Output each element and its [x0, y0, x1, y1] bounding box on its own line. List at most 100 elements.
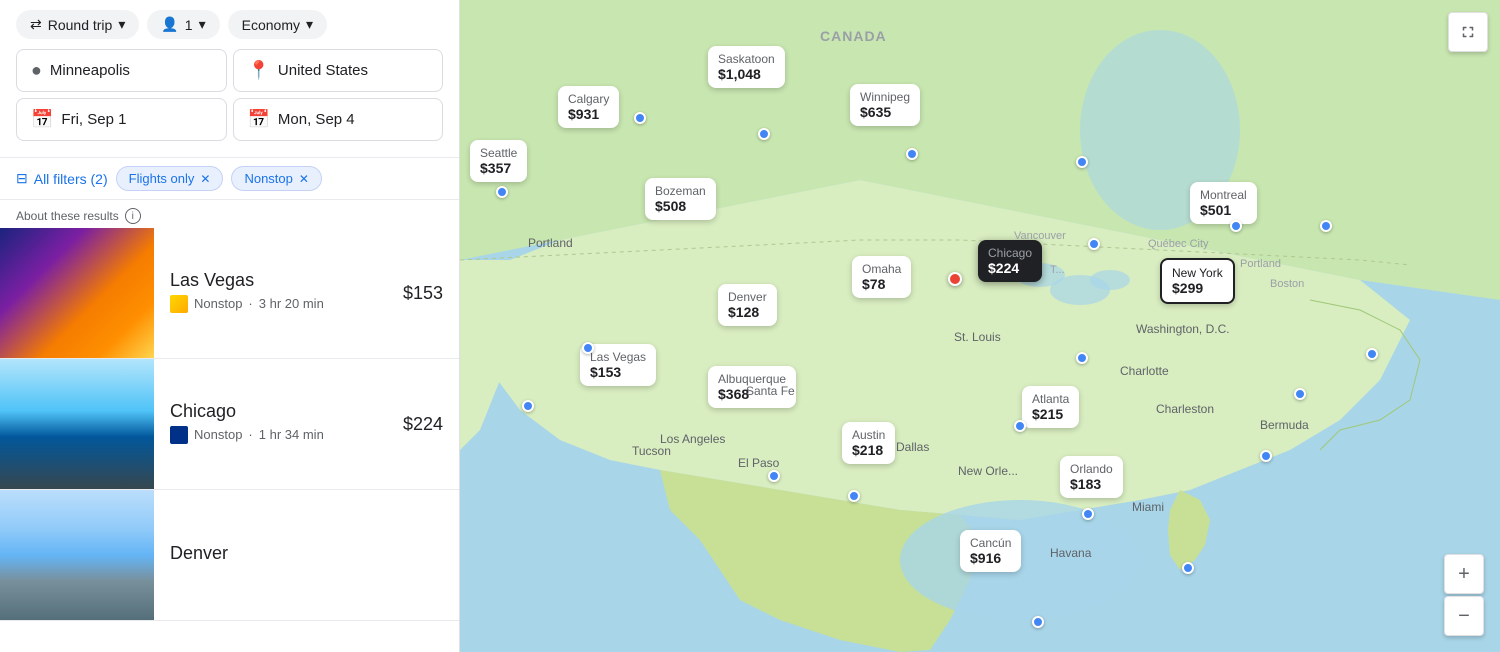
destination-input[interactable]: 📍 United States [233, 49, 444, 92]
map-label-newyork[interactable]: New York $299 [1160, 258, 1235, 304]
map-dot-18[interactable] [522, 400, 534, 412]
dot-separator-2: · [248, 427, 252, 442]
vancouver-label: Vancouver [1014, 230, 1066, 242]
map-label-bozeman[interactable]: Bozeman $508 [645, 178, 716, 220]
elpaso-label: El Paso [738, 456, 779, 470]
map-price-orlando: $183 [1070, 476, 1113, 492]
flights-only-chip[interactable]: Flights only ✕ [116, 166, 224, 191]
origin-dot [948, 272, 962, 286]
map-label-austin[interactable]: Austin $218 [842, 422, 895, 464]
map-panel: CANADA Calgary $931 Saskatoon $1,048 Win… [460, 0, 1500, 652]
toronto-label: T... [1050, 264, 1065, 276]
depart-date-input[interactable]: 📅 Fri, Sep 1 [16, 98, 227, 141]
all-filters-button[interactable]: ⊟ All filters (2) [16, 166, 108, 191]
map-label-atlanta[interactable]: Atlanta $215 [1022, 386, 1079, 428]
result-city-las-vegas: Las Vegas [170, 270, 387, 291]
origin-input[interactable]: ● Minneapolis [16, 49, 227, 92]
passengers-button[interactable]: 👤 1 ▾ [147, 10, 219, 39]
map-dot-2[interactable] [906, 148, 918, 160]
filter-sliders-icon: ⊟ [16, 170, 28, 187]
depart-date-value: Fri, Sep 1 [61, 111, 126, 128]
map-dot-4[interactable] [1076, 156, 1088, 168]
class-button[interactable]: Economy ▾ [228, 10, 327, 39]
map-label-seattle[interactable]: Seattle $357 [470, 140, 527, 182]
map-label-omaha[interactable]: Omaha $78 [852, 256, 911, 298]
map-dot-3[interactable] [634, 112, 646, 124]
map-dot-11[interactable] [1366, 348, 1378, 360]
map-price-cancun: $916 [970, 550, 1011, 566]
map-dot-13[interactable] [1082, 508, 1094, 520]
class-chevron-icon: ▾ [306, 16, 313, 33]
map-dot-8[interactable] [1076, 352, 1088, 364]
dot-separator-1: · [248, 296, 252, 311]
origin-dot-icon: ● [31, 60, 42, 81]
map-label-denver[interactable]: Denver $128 [718, 284, 777, 326]
return-date-input[interactable]: 📅 Mon, Sep 4 [233, 98, 444, 141]
map-dot-16[interactable] [768, 470, 780, 482]
portland-me-label: Portland [1240, 258, 1281, 270]
map-dot-19[interactable] [496, 186, 508, 198]
result-flight-type-las-vegas: Nonstop [194, 296, 242, 311]
search-fields: ● Minneapolis 📍 United States 📅 Fri, Sep… [16, 49, 443, 141]
map-city-chicago: Chicago [988, 246, 1032, 260]
result-card-las-vegas[interactable]: Las Vegas Nonstop · 3 hr 20 min $153 [0, 228, 459, 359]
map-dot-20[interactable] [1032, 616, 1044, 628]
map-price-denver: $128 [728, 304, 767, 320]
nonstop-chip[interactable]: Nonstop ✕ [231, 166, 321, 191]
results-list: Las Vegas Nonstop · 3 hr 20 min $153 Chi… [0, 228, 459, 652]
map-price-bozeman: $508 [655, 198, 706, 214]
map-label-winnipeg[interactable]: Winnipeg $635 [850, 84, 920, 126]
portland-label: Portland [528, 236, 573, 250]
washingtondc-label: Washington, D.C. [1136, 322, 1230, 336]
map-dot-9[interactable] [1014, 420, 1026, 432]
map-dot-6[interactable] [1320, 220, 1332, 232]
map-label-calgary[interactable]: Calgary $931 [558, 86, 619, 128]
swap-icon: ⇄ [30, 16, 42, 33]
map-label-orlando[interactable]: Orlando $183 [1060, 456, 1123, 498]
nonstop-label: Nonstop [244, 171, 292, 186]
map-price-omaha: $78 [862, 276, 901, 292]
map-dot-14[interactable] [1182, 562, 1194, 574]
map-price-saskatoon: $1,048 [718, 66, 775, 82]
map-label-chicago[interactable]: Chicago $224 [978, 240, 1042, 282]
result-card-denver[interactable]: Denver [0, 490, 459, 621]
map-city-calgary: Calgary [568, 92, 609, 106]
info-icon[interactable]: i [125, 208, 141, 224]
stlouis-label: St. Louis [954, 330, 1001, 344]
map-label-saskatoon[interactable]: Saskatoon $1,048 [708, 46, 785, 88]
dallas-label: Dallas [896, 440, 929, 454]
map-city-orlando: Orlando [1070, 462, 1113, 476]
result-info-chicago: Chicago Nonstop · 1 hr 34 min [154, 387, 403, 462]
result-flight-info-las-vegas: Nonstop · 3 hr 20 min [170, 295, 387, 313]
map-dot-15[interactable] [848, 490, 860, 502]
map-dot-12[interactable] [1260, 450, 1272, 462]
minus-icon: − [1458, 605, 1470, 628]
flights-only-close-icon[interactable]: ✕ [200, 172, 210, 186]
trip-type-button[interactable]: ⇄ Round trip ▾ [16, 10, 139, 39]
left-panel: ⇄ Round trip ▾ 👤 1 ▾ Economy ▾ ● Minneap… [0, 0, 460, 652]
map-city-omaha: Omaha [862, 262, 901, 276]
map-price-montreal: $501 [1200, 202, 1247, 218]
zoom-in-button[interactable]: + [1444, 554, 1484, 594]
return-calendar-icon: 📅 [248, 109, 270, 130]
map-city-seattle: Seattle [480, 146, 517, 160]
result-card-chicago[interactable]: Chicago Nonstop · 1 hr 34 min $224 [0, 359, 459, 490]
charlotte-label: Charlotte [1120, 364, 1169, 378]
map-price-seattle: $357 [480, 160, 517, 176]
map-dot-5[interactable] [1230, 220, 1242, 232]
map-dot-7[interactable] [1088, 238, 1100, 250]
map-dot-17[interactable] [582, 342, 594, 354]
nonstop-close-icon[interactable]: ✕ [299, 172, 309, 186]
zoom-out-button[interactable]: − [1444, 596, 1484, 636]
fullscreen-button[interactable] [1448, 12, 1488, 52]
map-label-cancun[interactable]: Cancún $916 [960, 530, 1021, 572]
charleston-label: Charleston [1156, 402, 1214, 416]
map-city-saskatoon: Saskatoon [718, 52, 775, 66]
search-options-row: ⇄ Round trip ▾ 👤 1 ▾ Economy ▾ [16, 10, 443, 39]
santafe-label: Santa Fe [746, 384, 795, 398]
map-dot-10[interactable] [1294, 388, 1306, 400]
map-dot-1[interactable] [758, 128, 770, 140]
map-label-montreal[interactable]: Montreal $501 [1190, 182, 1257, 224]
result-duration-las-vegas: 3 hr 20 min [259, 296, 324, 311]
map-city-newyork: New York [1172, 266, 1223, 280]
